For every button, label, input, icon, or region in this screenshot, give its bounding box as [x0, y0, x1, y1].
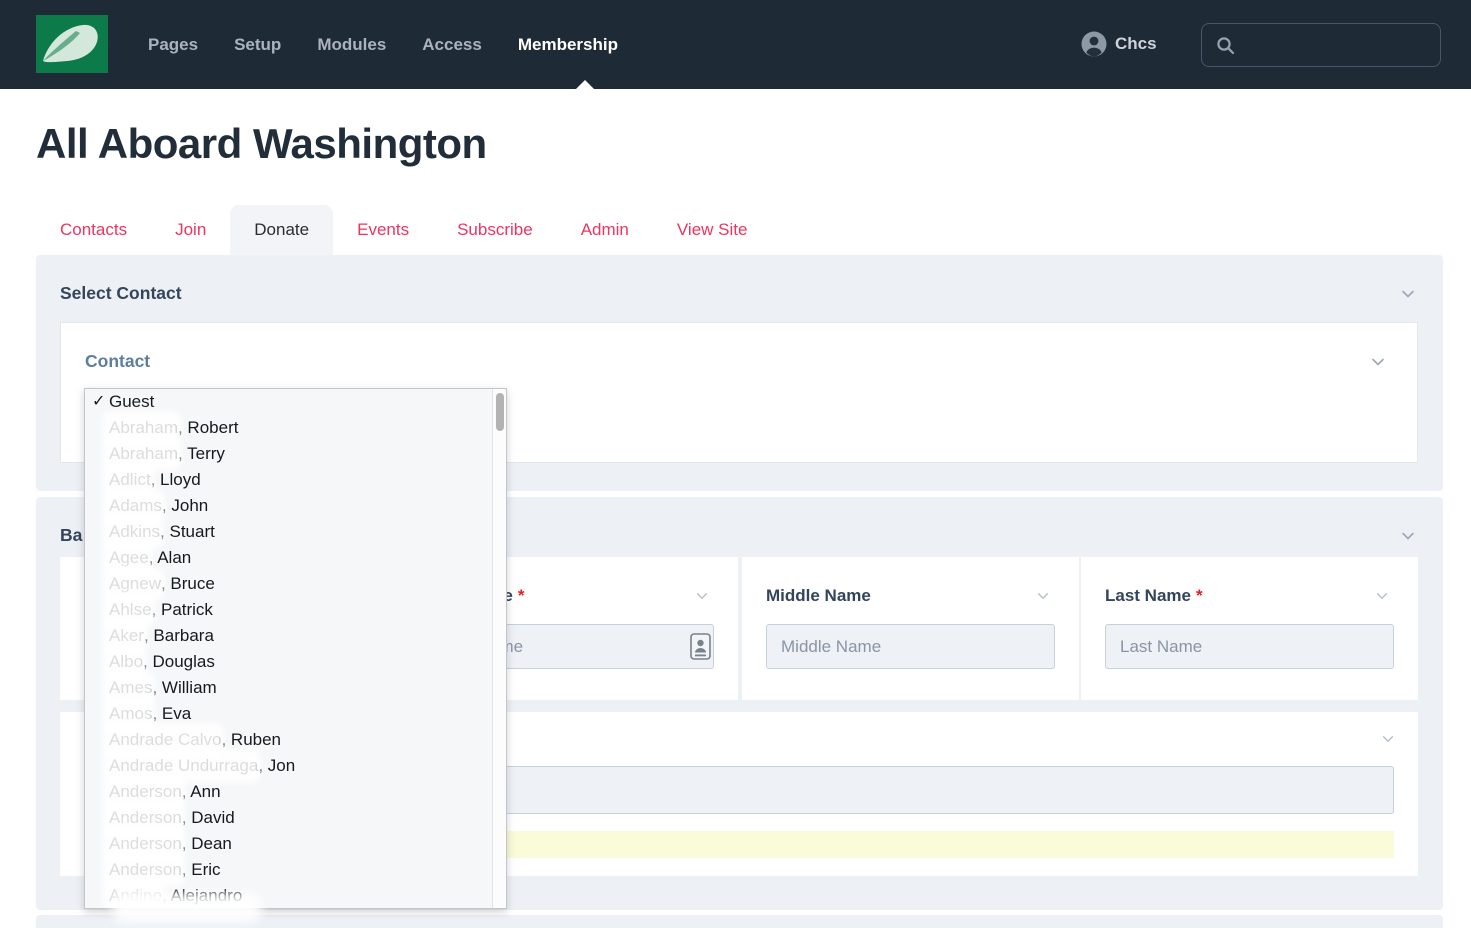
chevron-down-icon[interactable] [1369, 353, 1387, 371]
nav-item-membership[interactable]: Membership [518, 35, 618, 55]
contact-option[interactable]: Ahlse, Patrick [85, 597, 493, 623]
last-name-label: Last Name* [1105, 586, 1203, 606]
contact-select-dropdown: ✓Guest Abraham, Robert Abraham, Terry Ad… [84, 388, 507, 909]
top-navigation-bar: Pages Setup Modules Access Membership Ch… [0, 0, 1471, 89]
user-avatar-icon [1081, 31, 1107, 57]
middle-name-field-card: Middle Name [742, 557, 1079, 700]
chevron-down-icon[interactable] [1380, 731, 1396, 747]
nav-item-modules[interactable]: Modules [317, 35, 386, 55]
required-asterisk: * [1196, 586, 1203, 605]
contact-field-label: Contact [85, 351, 150, 372]
basic-info-title: Ba [60, 525, 82, 546]
nav-item-pages[interactable]: Pages [148, 35, 198, 55]
tab-events[interactable]: Events [333, 205, 433, 255]
search-input[interactable] [1243, 36, 1423, 54]
search-icon [1216, 36, 1235, 55]
dropdown-scrollbar[interactable] [492, 389, 506, 908]
select-contact-title: Select Contact [60, 283, 182, 304]
middle-name-label: Middle Name [766, 586, 871, 606]
tab-contacts[interactable]: Contacts [36, 205, 151, 255]
nav-item-access[interactable]: Access [422, 35, 482, 55]
last-name-input[interactable] [1105, 624, 1394, 669]
section-tabs: Contacts Join Donate Events Subscribe Ad… [36, 205, 771, 255]
active-nav-pointer [576, 80, 594, 89]
site-logo[interactable] [36, 15, 108, 73]
chevron-down-icon[interactable] [1374, 588, 1390, 604]
main-nav: Pages Setup Modules Access Membership [148, 0, 618, 89]
donate-page: Pages Setup Modules Access Membership Ch… [0, 0, 1471, 928]
last-name-field-card: Last Name* [1081, 557, 1418, 700]
contact-option-list: ✓Guest Abraham, Robert Abraham, Terry Ad… [85, 389, 493, 908]
tab-admin[interactable]: Admin [557, 205, 653, 255]
user-name: Chcs [1115, 34, 1157, 54]
tab-view-site[interactable]: View Site [653, 205, 772, 255]
required-asterisk: * [518, 586, 525, 605]
scrollbar-thumb[interactable] [496, 393, 504, 431]
contact-option[interactable]: Aker, Barbara [85, 623, 493, 649]
tab-donate[interactable]: Donate [230, 205, 333, 255]
user-menu[interactable]: Chcs [1081, 31, 1157, 57]
redaction-smudge [112, 893, 262, 923]
page-title: All Aboard Washington [36, 120, 487, 168]
global-search[interactable] [1201, 23, 1441, 67]
middle-name-input[interactable] [766, 624, 1055, 669]
nav-item-setup[interactable]: Setup [234, 35, 281, 55]
check-icon: ✓ [92, 389, 105, 415]
chevron-down-icon[interactable] [1035, 588, 1051, 604]
tab-join[interactable]: Join [151, 205, 230, 255]
tab-subscribe[interactable]: Subscribe [433, 205, 557, 255]
chevron-down-icon[interactable] [1399, 527, 1417, 545]
chevron-down-icon[interactable] [1399, 285, 1417, 303]
contact-autofill-icon[interactable] [690, 633, 711, 660]
chevron-down-icon[interactable] [694, 588, 710, 604]
